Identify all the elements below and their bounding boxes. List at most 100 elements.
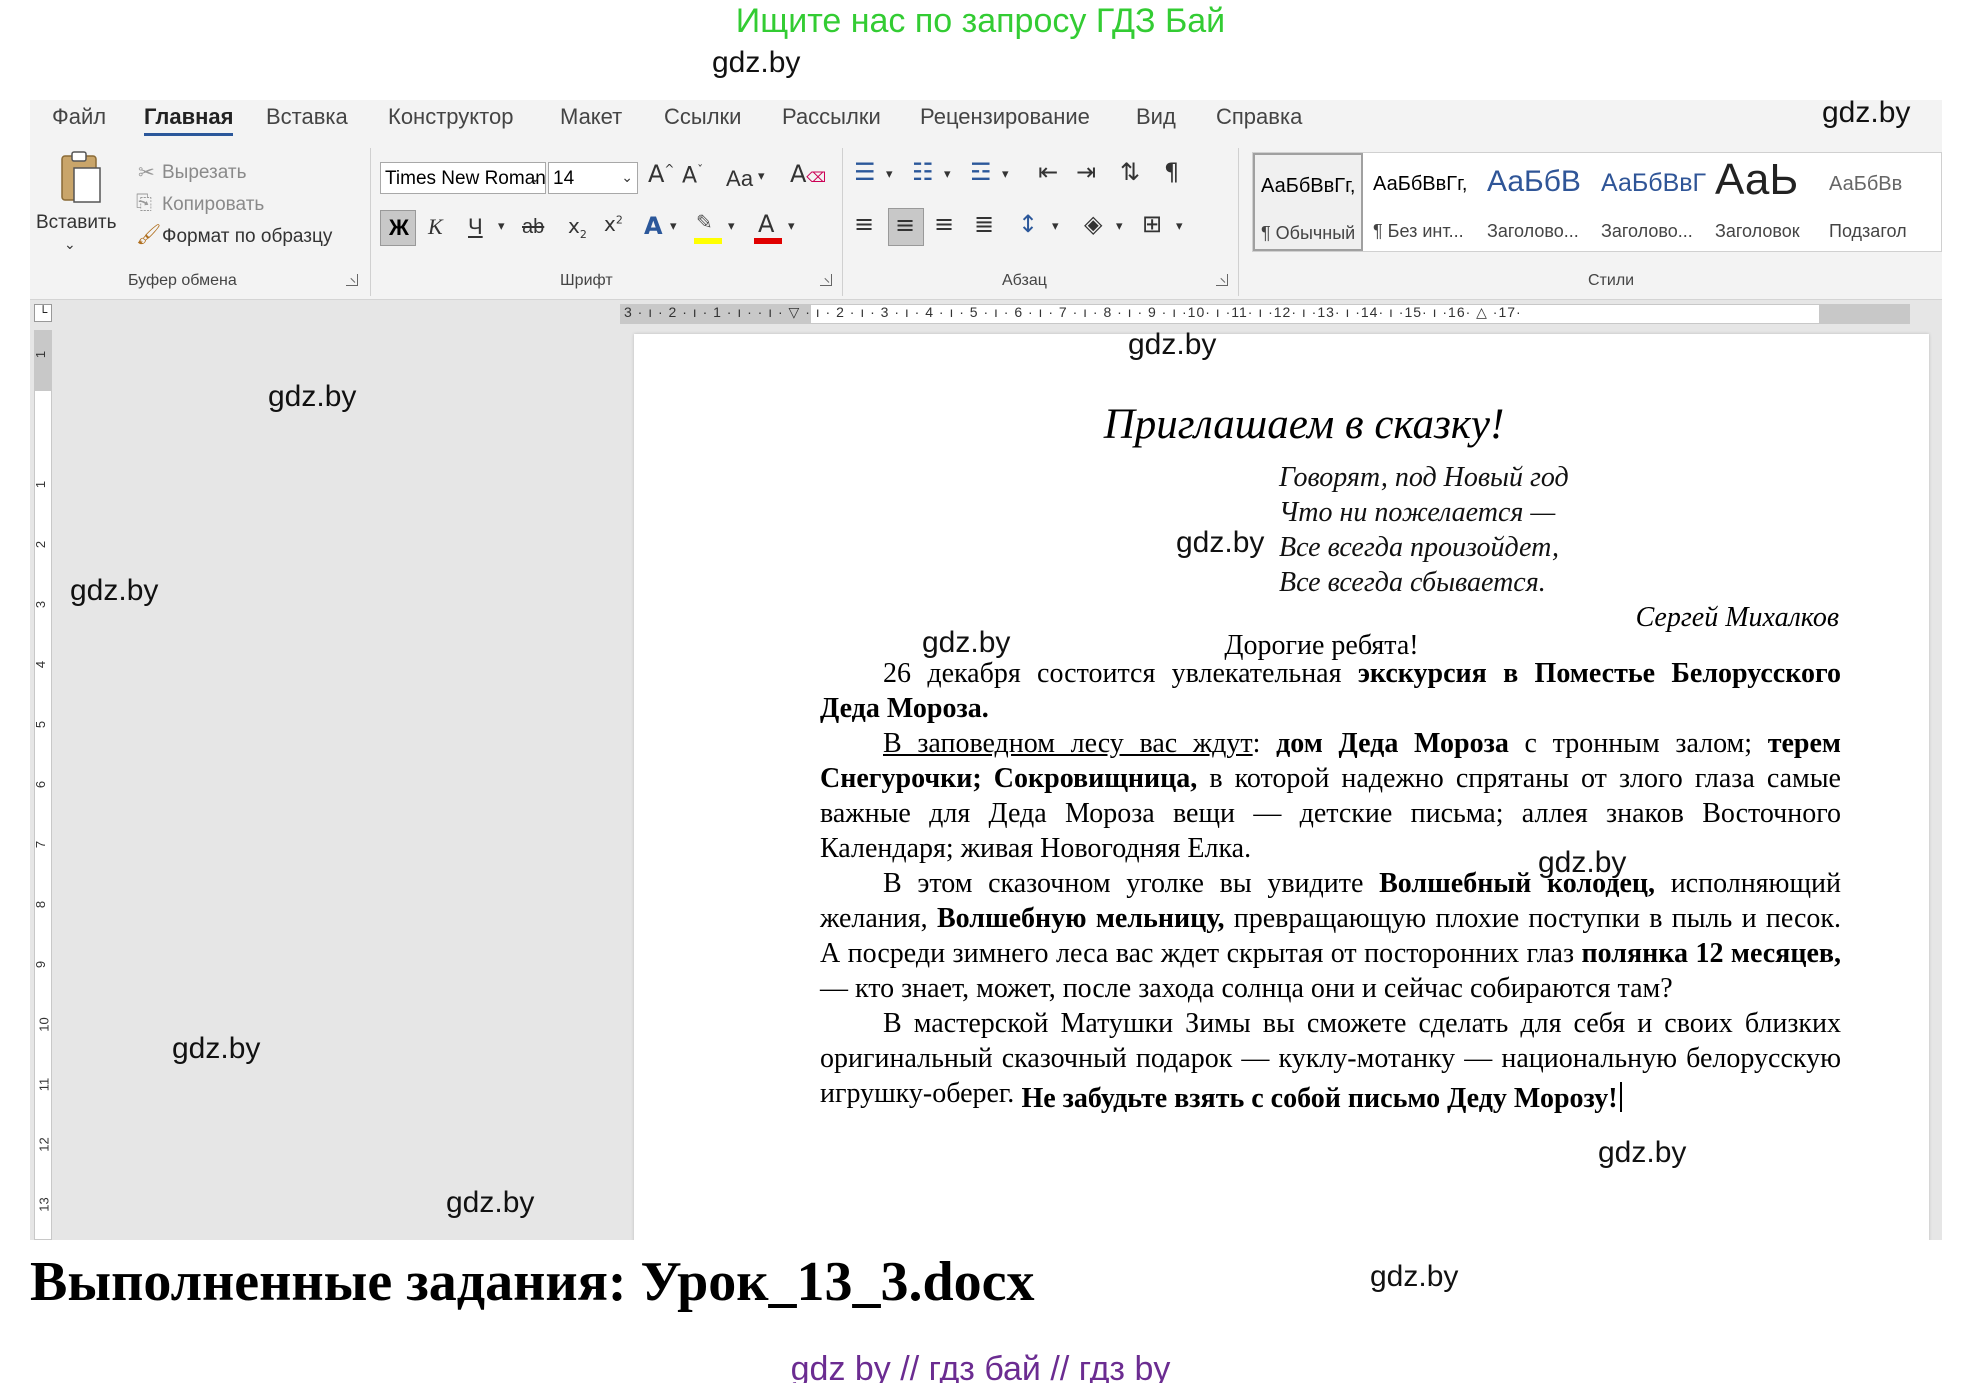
styles-gallery: АаБбВвГг, ¶ Обычный АаБбВвГг, ¶ Без инт.… bbox=[1252, 152, 1942, 252]
bold-button[interactable]: Ж bbox=[380, 210, 416, 246]
group-divider bbox=[1238, 148, 1239, 296]
copy-button[interactable]: Копировать bbox=[162, 194, 264, 216]
align-center-button[interactable]: ≡ bbox=[888, 208, 924, 246]
tab-references[interactable]: Ссылки bbox=[664, 104, 741, 130]
align-center-icon: ≡ bbox=[895, 211, 916, 239]
clipboard-launcher-icon[interactable] bbox=[346, 274, 358, 286]
ruler-number: 4 bbox=[33, 660, 49, 669]
tab-selector-icon[interactable]: └ bbox=[34, 304, 52, 322]
multilevel-list-icon[interactable]: ☲ bbox=[970, 160, 992, 184]
chevron-down-icon[interactable]: ⌄ bbox=[64, 238, 76, 252]
ruler-number: 1 bbox=[33, 480, 49, 489]
ruler-number: 10 bbox=[36, 1017, 52, 1032]
ruler-number: 13 bbox=[36, 1197, 52, 1212]
bullets-icon[interactable]: ☰ bbox=[854, 160, 876, 184]
tab-home[interactable]: Главная bbox=[144, 104, 234, 136]
closing-line: Не забудьте взять с собой письмо Деду Мо… bbox=[634, 1082, 1929, 1115]
format-painter-button[interactable]: Формат по образцу bbox=[162, 226, 332, 248]
watermark: gdz.by bbox=[1822, 96, 1911, 129]
increase-indent-icon[interactable]: ⇥ bbox=[1076, 160, 1096, 184]
chevron-down-icon[interactable]: ▾ bbox=[1176, 220, 1183, 233]
underline-button[interactable]: Ч bbox=[468, 214, 483, 240]
font-size-combo[interactable]: 14 ⌄ bbox=[548, 162, 638, 194]
vertical-ruler[interactable]: 1 1 2 3 4 5 6 7 8 9 10 11 12 13 bbox=[33, 330, 52, 1240]
tab-design[interactable]: Конструктор bbox=[388, 104, 513, 130]
subscript-icon[interactable]: x2 bbox=[568, 216, 587, 240]
chevron-down-icon[interactable]: ▾ bbox=[944, 168, 951, 181]
paragraph: 26 декабря состоится увлекательная экску… bbox=[820, 658, 1842, 724]
paste-button[interactable] bbox=[50, 150, 106, 206]
line-spacing-icon[interactable]: ↕ bbox=[1018, 212, 1038, 236]
highlight-button[interactable]: ✎ bbox=[694, 212, 724, 246]
tab-insert[interactable]: Вставка bbox=[266, 104, 348, 130]
paste-label[interactable]: Вставить bbox=[36, 212, 117, 234]
footer-links[interactable]: gdz by // гдз бай // гдз by bbox=[0, 1350, 1961, 1383]
sort-icon[interactable]: ⇅ bbox=[1120, 160, 1140, 184]
align-right-icon[interactable]: ≡ bbox=[934, 212, 954, 236]
ruler-number: 11 bbox=[36, 1077, 52, 1092]
watermark: gdz.by bbox=[922, 626, 1011, 659]
ruler-number: 3 bbox=[33, 600, 49, 609]
ruler-number: 6 bbox=[33, 780, 49, 789]
font-color-button[interactable]: A bbox=[754, 212, 782, 246]
tab-mailings[interactable]: Рассылки bbox=[782, 104, 881, 130]
chevron-down-icon[interactable]: ▾ bbox=[886, 168, 893, 181]
paragraph-launcher-icon[interactable] bbox=[1216, 274, 1228, 286]
tab-view[interactable]: Вид bbox=[1136, 104, 1176, 130]
tab-review[interactable]: Рецензирование bbox=[920, 104, 1090, 130]
clear-formatting-icon[interactable]: A⌫ bbox=[790, 162, 826, 186]
superscript-icon[interactable]: x2 bbox=[604, 214, 623, 234]
borders-icon[interactable]: ⊞ bbox=[1142, 212, 1162, 236]
text-cursor bbox=[1619, 1082, 1622, 1112]
watermark: gdz.by bbox=[172, 1032, 261, 1065]
chevron-down-icon[interactable]: ▾ bbox=[1116, 220, 1123, 233]
show-formatting-icon[interactable]: ¶ bbox=[1164, 160, 1179, 184]
shrink-font-icon[interactable]: Aˇ bbox=[682, 164, 703, 187]
style-title[interactable]: АаЬ Заголовок bbox=[1709, 153, 1819, 251]
change-case-button[interactable]: Аа bbox=[726, 166, 753, 192]
watermark: gdz.by bbox=[1370, 1260, 1459, 1293]
chevron-down-icon[interactable]: ▾ bbox=[498, 220, 505, 233]
align-left-icon[interactable]: ≡ bbox=[854, 212, 874, 236]
highlight-color-swatch bbox=[694, 238, 722, 244]
chevron-down-icon[interactable]: ▾ bbox=[788, 220, 795, 233]
justify-icon[interactable]: ≣ bbox=[974, 212, 994, 236]
font-name-combo[interactable]: Times New Roman ⌄ bbox=[380, 162, 546, 194]
tab-layout[interactable]: Макет bbox=[560, 104, 622, 130]
style-normal[interactable]: АаБбВвГг, ¶ Обычный bbox=[1253, 153, 1363, 251]
ruler-margin-top bbox=[35, 331, 51, 391]
tab-file[interactable]: Файл bbox=[52, 104, 106, 130]
chevron-down-icon[interactable]: ▾ bbox=[758, 170, 765, 183]
style-subtitle[interactable]: АаБбВв Подзагол bbox=[1823, 153, 1933, 251]
document-page[interactable]: Приглашаем в сказку! Говорят, под Новый … bbox=[634, 334, 1929, 1240]
style-heading-2[interactable]: АаБбВвГ Заголово... bbox=[1595, 153, 1706, 251]
text-effects-icon[interactable]: A bbox=[644, 214, 663, 238]
task-caption: Выполненные задания: Урок_13_3.docx bbox=[30, 1251, 1035, 1313]
document-area: 1 1 2 3 4 5 6 7 8 9 10 11 12 13 Приглаша… bbox=[30, 326, 1942, 1240]
paragraph-group-label: Абзац bbox=[1002, 272, 1047, 289]
grow-font-icon[interactable]: A^ bbox=[648, 162, 674, 186]
font-launcher-icon[interactable] bbox=[820, 274, 832, 286]
font-color-icon: A bbox=[758, 210, 775, 238]
poem-line: Все всегда сбывается. bbox=[1279, 567, 1546, 598]
chevron-down-icon[interactable]: ▾ bbox=[670, 220, 677, 233]
group-divider bbox=[370, 148, 371, 296]
style-no-spacing[interactable]: АаБбВвГг, ¶ Без инт... bbox=[1367, 153, 1477, 251]
numbering-icon[interactable]: ☷ bbox=[912, 160, 934, 184]
shading-icon[interactable]: ◈ bbox=[1084, 212, 1102, 236]
clipboard-group-label: Буфер обмена bbox=[128, 272, 237, 289]
style-name: ¶ Обычный bbox=[1261, 223, 1356, 243]
style-name: Заголово... bbox=[1601, 221, 1693, 241]
chevron-down-icon[interactable]: ▾ bbox=[1002, 168, 1009, 181]
chevron-down-icon: ⌄ bbox=[529, 169, 541, 185]
decrease-indent-icon[interactable]: ⇤ bbox=[1038, 160, 1058, 184]
chevron-down-icon[interactable]: ▾ bbox=[728, 220, 735, 233]
ruler-number: 2 bbox=[33, 540, 49, 549]
style-heading-1[interactable]: АаБбВ Заголово... bbox=[1481, 153, 1591, 251]
tab-help[interactable]: Справка bbox=[1216, 104, 1302, 130]
ruler-number: 8 bbox=[33, 900, 49, 909]
italic-button[interactable]: К bbox=[428, 214, 443, 240]
cut-button[interactable]: Вырезать bbox=[162, 162, 247, 184]
strikethrough-button[interactable]: ab bbox=[522, 216, 544, 239]
chevron-down-icon[interactable]: ▾ bbox=[1052, 220, 1059, 233]
